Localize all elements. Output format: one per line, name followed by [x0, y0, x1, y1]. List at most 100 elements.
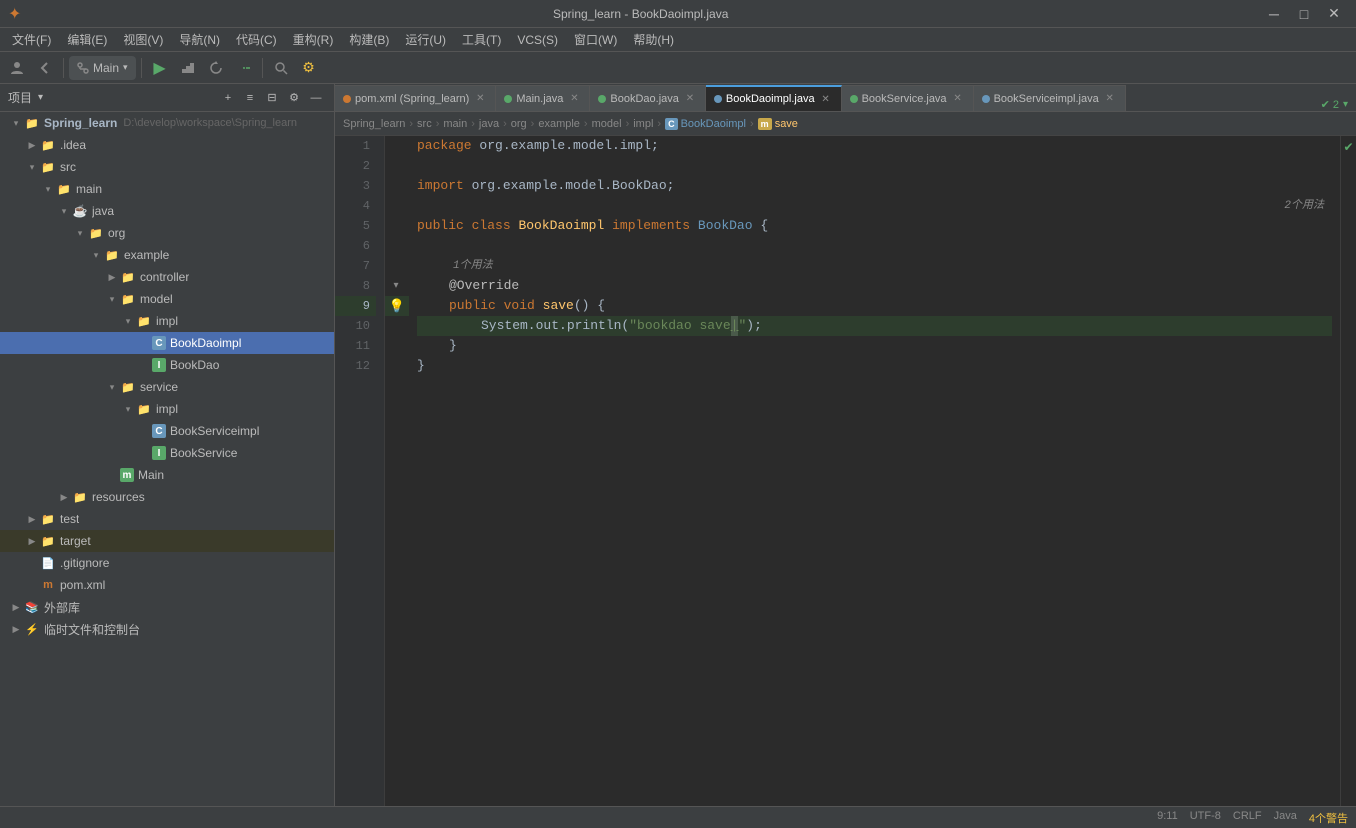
code-line-7b: @Override — [417, 276, 1332, 296]
menu-build[interactable]: 构建(B) — [341, 28, 397, 52]
settings-button[interactable]: ⚙ — [296, 55, 322, 81]
breadcrumb-src[interactable]: src — [417, 118, 432, 130]
sync-files-button[interactable]: ≡ — [240, 88, 260, 108]
menu-edit[interactable]: 编辑(E) — [59, 28, 115, 52]
tab-close-pom[interactable]: ✕ — [473, 92, 487, 106]
code-content[interactable]: package org.example.model.impl; import o… — [409, 136, 1340, 806]
tree-item-impl[interactable]: ▾ 📁 impl — [0, 310, 334, 332]
tab-main[interactable]: Main.java ✕ — [496, 85, 590, 111]
breadcrumb-bookdaoimpl[interactable]: CBookDaoimpl — [665, 118, 746, 130]
tree-label: impl — [156, 314, 178, 328]
menu-vcs[interactable]: VCS(S) — [509, 28, 566, 52]
fold-icon[interactable]: ▾ — [393, 280, 398, 292]
tab-dot — [504, 95, 512, 103]
menu-run[interactable]: 运行(U) — [397, 28, 454, 52]
tab-bookdao[interactable]: BookDao.java ✕ — [590, 85, 706, 111]
tree-item-pom[interactable]: m pom.xml — [0, 574, 334, 596]
maximize-button[interactable]: □ — [1290, 0, 1318, 28]
tree-item-service[interactable]: ▾ 📁 service — [0, 376, 334, 398]
line-separator[interactable]: CRLF — [1233, 810, 1262, 826]
tab-label: BookDao.java — [610, 93, 679, 105]
tree-item-bookservice[interactable]: I BookService — [0, 442, 334, 464]
tree-item-target[interactable]: ▶ 📁 target — [0, 530, 334, 552]
tree-item-java[interactable]: ▾ ☕ java — [0, 200, 334, 222]
gutter-line-8[interactable]: ▾ — [385, 276, 409, 296]
main-icon: m — [120, 468, 134, 482]
tab-dot — [714, 95, 722, 103]
tab-close-bookserviceimpl[interactable]: ✕ — [1103, 92, 1117, 106]
warnings-count[interactable]: 4个警告 — [1309, 810, 1348, 826]
collapse-all-button[interactable]: ⊟ — [262, 88, 282, 108]
breadcrumb-example[interactable]: example — [538, 118, 580, 130]
breadcrumb-impl[interactable]: impl — [633, 118, 653, 130]
code-editor[interactable]: 1 2 3 4 5 6 7 8 9 10 11 12 — [335, 136, 1356, 806]
tree-item-src[interactable]: ▾ 📁 src — [0, 156, 334, 178]
tree-label: .idea — [60, 138, 86, 152]
tree-arrow: ▶ — [104, 269, 120, 285]
tab-pom[interactable]: pom.xml (Spring_learn) ✕ — [335, 85, 496, 111]
menu-view[interactable]: 视图(V) — [115, 28, 171, 52]
tree-item-example[interactable]: ▾ 📁 example — [0, 244, 334, 266]
branch-selector[interactable]: Main ▾ — [69, 56, 136, 80]
tree-item-org[interactable]: ▾ 📁 org — [0, 222, 334, 244]
back-button[interactable] — [32, 55, 58, 81]
sidebar-settings-button[interactable]: ⚙ — [284, 88, 304, 108]
tree-item-main[interactable]: ▾ 📁 main — [0, 178, 334, 200]
bulb-icon[interactable]: 💡 — [389, 299, 405, 314]
tree-item-bookdaoimpl[interactable]: C BookDaoimpl — [0, 332, 334, 354]
menu-navigate[interactable]: 导航(N) — [171, 28, 228, 52]
tree-item-model[interactable]: ▾ 📁 model — [0, 288, 334, 310]
tree-item-service-impl[interactable]: ▾ 📁 impl — [0, 398, 334, 420]
tree-item-main-class[interactable]: m Main — [0, 464, 334, 486]
tree-item-scratch[interactable]: ▶ ⚡ 临时文件和控制台 — [0, 618, 334, 640]
profile-button[interactable] — [4, 55, 30, 81]
folder-icon: 📁 — [56, 181, 72, 197]
breadcrumb-main[interactable]: main — [443, 118, 467, 130]
code-line-11: } — [417, 356, 1332, 376]
close-button[interactable]: ✕ — [1320, 0, 1348, 28]
line-num-1: 1 — [335, 136, 376, 156]
breadcrumb-save[interactable]: msave — [758, 118, 798, 130]
tree-item-gitignore[interactable]: 📄 .gitignore — [0, 552, 334, 574]
breadcrumb-spring-learn[interactable]: Spring_learn — [343, 118, 405, 130]
menu-help[interactable]: 帮助(H) — [625, 28, 682, 52]
menu-code[interactable]: 代码(C) — [228, 28, 285, 52]
tree-item-bookserviceimpl[interactable]: C BookServiceimpl — [0, 420, 334, 442]
search-everywhere-button[interactable] — [268, 55, 294, 81]
tab-close-bookdao[interactable]: ✕ — [683, 92, 697, 106]
tab-close-main[interactable]: ✕ — [567, 92, 581, 106]
file-type[interactable]: Java — [1274, 810, 1297, 826]
tab-label: BookService.java — [862, 93, 947, 105]
tab-bookservice[interactable]: BookService.java ✕ — [842, 85, 974, 111]
minimize-button[interactable]: ─ — [1260, 0, 1288, 28]
code-line-7: 1个用法 — [417, 256, 1332, 276]
more-run-button[interactable] — [231, 55, 257, 81]
tab-bookdaoimpl[interactable]: BookDaoimpl.java ✕ — [706, 85, 842, 111]
breadcrumb-java[interactable]: java — [479, 118, 499, 130]
tree-item-spring-learn[interactable]: ▾ 📁 Spring_learn D:\develop\workspace\Sp… — [0, 112, 334, 134]
run-button[interactable]: ▶ — [147, 55, 173, 81]
tab-bookserviceimpl[interactable]: BookServiceimpl.java ✕ — [974, 85, 1126, 111]
sidebar-hide-button[interactable]: — — [306, 88, 326, 108]
build-button[interactable] — [175, 55, 201, 81]
project-dropdown-icon[interactable]: ▾ — [38, 92, 43, 103]
tree-item-idea[interactable]: ▶ 📁 .idea — [0, 134, 334, 156]
menu-refactor[interactable]: 重构(R) — [285, 28, 342, 52]
cursor-position[interactable]: 9:11 — [1157, 810, 1178, 826]
encoding[interactable]: UTF-8 — [1190, 810, 1221, 826]
tree-item-resources[interactable]: ▶ 📁 resources — [0, 486, 334, 508]
breadcrumb-org[interactable]: org — [511, 118, 527, 130]
menu-file[interactable]: 文件(F) — [4, 28, 59, 52]
tree-item-external-libs[interactable]: ▶ 📚 外部库 — [0, 596, 334, 618]
tree-item-bookdao[interactable]: I BookDao — [0, 354, 334, 376]
tab-close-bookservice[interactable]: ✕ — [951, 92, 965, 106]
add-new-button[interactable]: + — [218, 88, 238, 108]
reload-button[interactable] — [203, 55, 229, 81]
main-layout: 项目 ▾ + ≡ ⊟ ⚙ — ▾ 📁 Spring_learn D:\devel… — [0, 84, 1356, 806]
tree-item-controller[interactable]: ▶ 📁 controller — [0, 266, 334, 288]
menu-tools[interactable]: 工具(T) — [454, 28, 509, 52]
tab-close-bookdaoimpl[interactable]: ✕ — [819, 92, 833, 106]
menu-window[interactable]: 窗口(W) — [566, 28, 625, 52]
breadcrumb-model[interactable]: model — [592, 118, 622, 130]
tree-item-test[interactable]: ▶ 📁 test — [0, 508, 334, 530]
